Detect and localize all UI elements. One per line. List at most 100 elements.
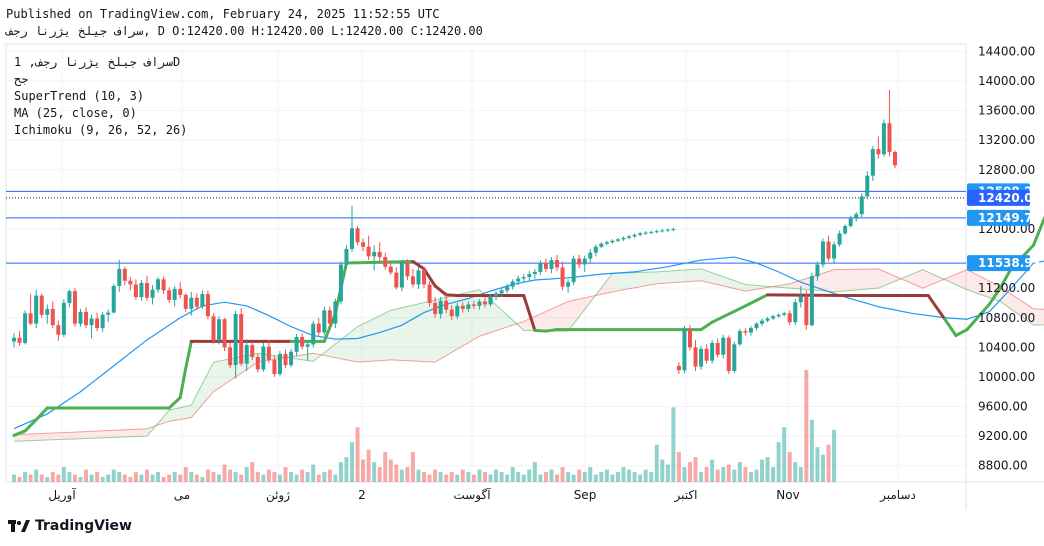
legend-ichimoku[interactable]: Ichimoku (9, 26, 52, 26) [14, 122, 187, 139]
candle-body [660, 230, 665, 232]
candle-body [632, 234, 637, 237]
volume-bar [715, 469, 720, 482]
volume-bar [499, 472, 504, 482]
time-tick-label: 2 [358, 488, 366, 502]
volume-bar [56, 474, 61, 482]
volume-bar [255, 472, 260, 482]
volume-bar [510, 467, 515, 482]
volume-bar [438, 472, 443, 482]
candle-body [23, 313, 28, 343]
volume-bar [654, 444, 659, 482]
volume-bar [372, 462, 377, 482]
time-tick-label: دسامبر [879, 488, 916, 503]
volume-bar [161, 477, 166, 482]
candle-body [843, 226, 848, 234]
supertrend-segment [699, 320, 714, 332]
volume-bar [17, 477, 22, 482]
time-axis[interactable]: آوریل می ژوئن 2 آگوست Sep اکتبر Nov دسامبر [48, 487, 916, 503]
volume-bar [89, 474, 94, 482]
legend-supertrend[interactable]: SuperTrend (10, 3) [14, 88, 187, 105]
volume-bar [793, 462, 798, 482]
candle-body [527, 274, 532, 278]
candle-body [588, 252, 593, 259]
candle-body [28, 313, 33, 324]
tradingview-brand[interactable]: TradingView [8, 518, 132, 534]
volume-bar [571, 474, 576, 482]
volume-bar [804, 370, 809, 482]
volume-bar [327, 469, 332, 482]
candle-body [710, 342, 715, 361]
candle-body [172, 288, 177, 300]
volume-bar [433, 469, 438, 482]
volume-bar [72, 474, 77, 482]
candle-body [455, 305, 460, 317]
candle-body [17, 337, 22, 343]
time-tick-label: آگوست [453, 487, 491, 503]
volume-bar [721, 467, 726, 482]
legend-symbol[interactable]: سراف جیلخ یژرنا رجف, 1D [14, 54, 187, 71]
volume-bar [34, 469, 39, 482]
candle-body [78, 311, 83, 324]
volume-bar [660, 459, 665, 482]
candle-body [449, 309, 454, 317]
tradingview-logo-icon [8, 520, 30, 532]
volume-bar [482, 472, 487, 482]
candle-body [194, 297, 199, 307]
volume-bar [28, 474, 33, 482]
time-tick-label: آوریل [48, 487, 76, 503]
candle-body [665, 229, 670, 231]
volume-bar [144, 469, 149, 482]
volume-bar [521, 474, 526, 482]
price-tick-label: 10400.00 [978, 340, 1035, 354]
volume-bar [117, 472, 122, 482]
volume-bar [383, 452, 388, 482]
volume-bar [294, 474, 299, 482]
supertrend-segment [943, 317, 958, 338]
volume-bar [599, 472, 604, 482]
candle-body [205, 294, 210, 317]
candle-body [776, 314, 781, 317]
volume-bar [139, 474, 144, 482]
candle-body [305, 344, 310, 347]
candle-body [699, 348, 704, 367]
candle-body [593, 246, 598, 253]
volume-bar [12, 474, 16, 482]
volume-bar [361, 459, 366, 482]
volume-bar [23, 472, 28, 482]
volume-bar [222, 464, 227, 482]
volume-bar [233, 472, 238, 482]
volume-bar [322, 472, 327, 482]
candle-body [161, 279, 166, 291]
volume-bar [178, 474, 183, 482]
volume-bar [593, 474, 598, 482]
volume-bar [244, 467, 249, 482]
candle-body [704, 348, 709, 361]
supertrend-segment [710, 304, 747, 324]
candle-body [422, 270, 427, 285]
volume-bar [167, 474, 172, 482]
volume-bar [305, 472, 310, 482]
candle-body [604, 242, 609, 244]
candle-body [45, 308, 50, 315]
candle-body [399, 263, 404, 288]
volume-bar [737, 462, 742, 482]
candle-body [887, 123, 892, 153]
volume-bar [798, 467, 803, 482]
volume-bar [172, 472, 177, 482]
candle-body [300, 336, 305, 347]
candle-body [405, 263, 410, 277]
candle-body [39, 295, 44, 315]
candle-body [349, 228, 354, 249]
volume-bar [527, 469, 532, 482]
volume-bar [505, 474, 510, 482]
supertrend-segment [34, 406, 49, 422]
volume-bar [760, 459, 765, 482]
volume-bar [743, 467, 748, 482]
candle-body [471, 304, 476, 306]
candle-body [870, 149, 875, 176]
candle-body [128, 280, 133, 285]
candle-body [555, 260, 560, 268]
candle-body [56, 325, 61, 335]
candle-body [532, 271, 537, 275]
legend-ma[interactable]: MA (25, close, 0) [14, 105, 187, 122]
